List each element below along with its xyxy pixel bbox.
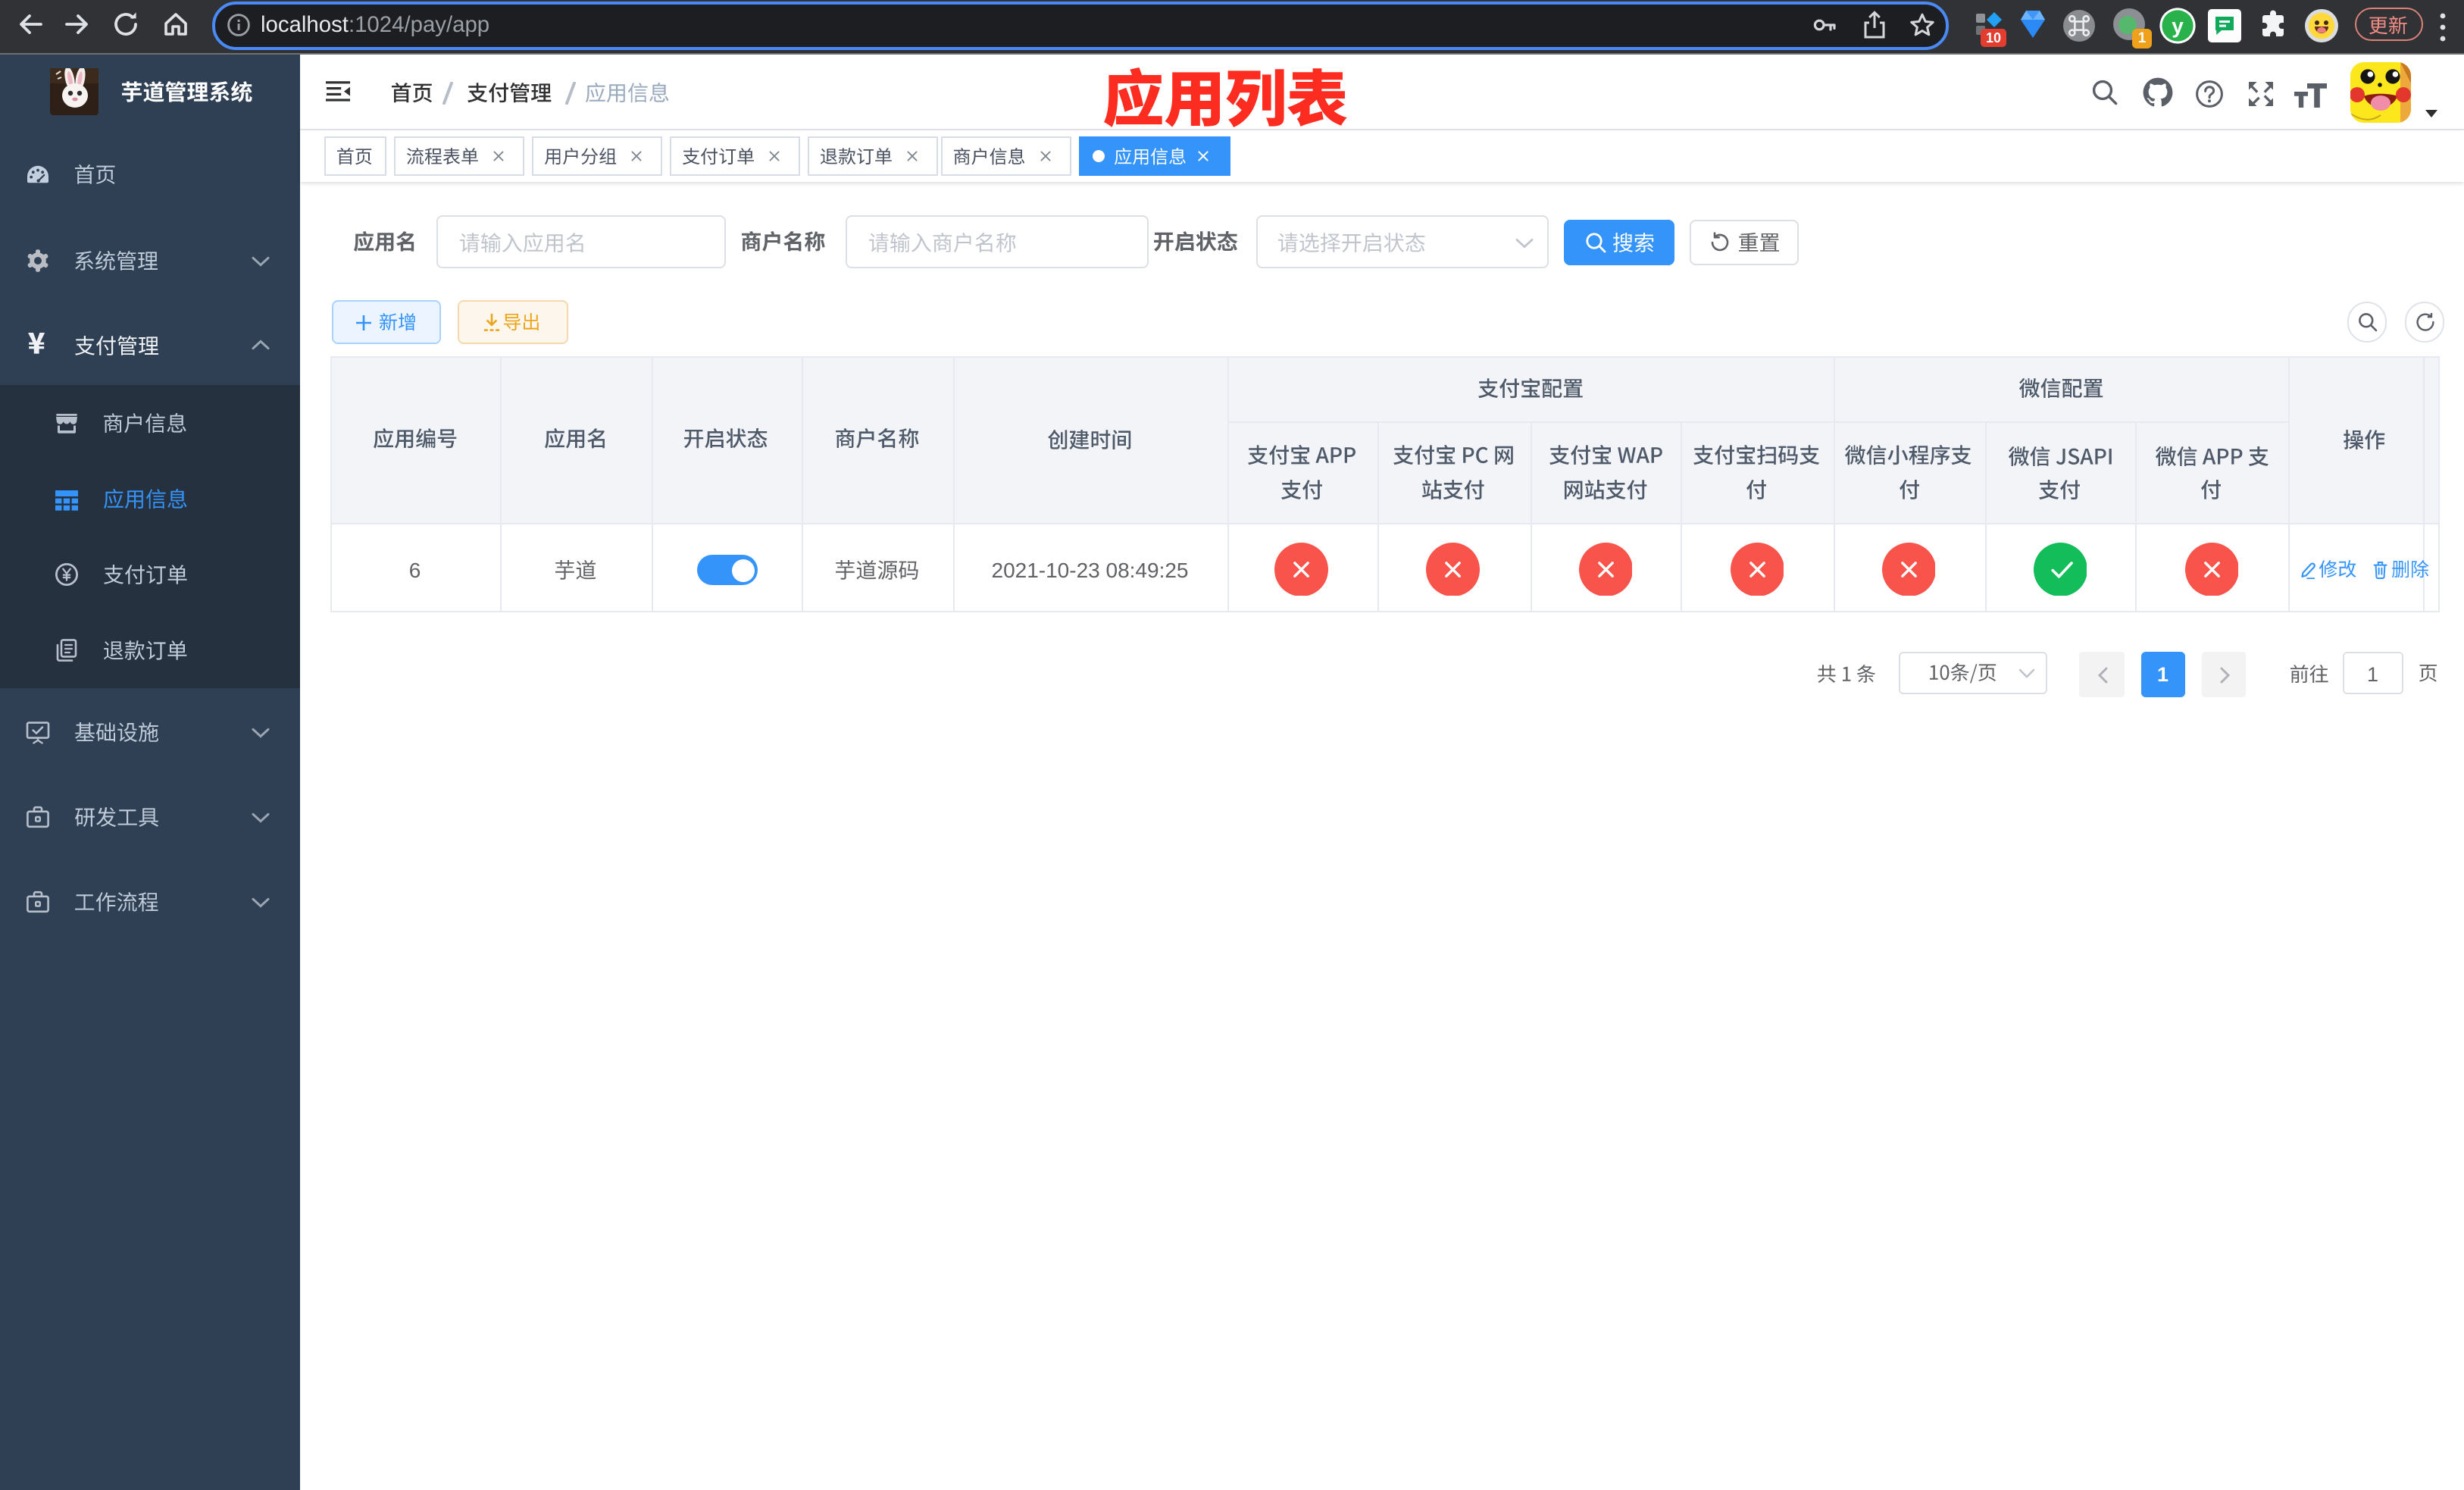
svg-text:y: y [2172,14,2184,37]
